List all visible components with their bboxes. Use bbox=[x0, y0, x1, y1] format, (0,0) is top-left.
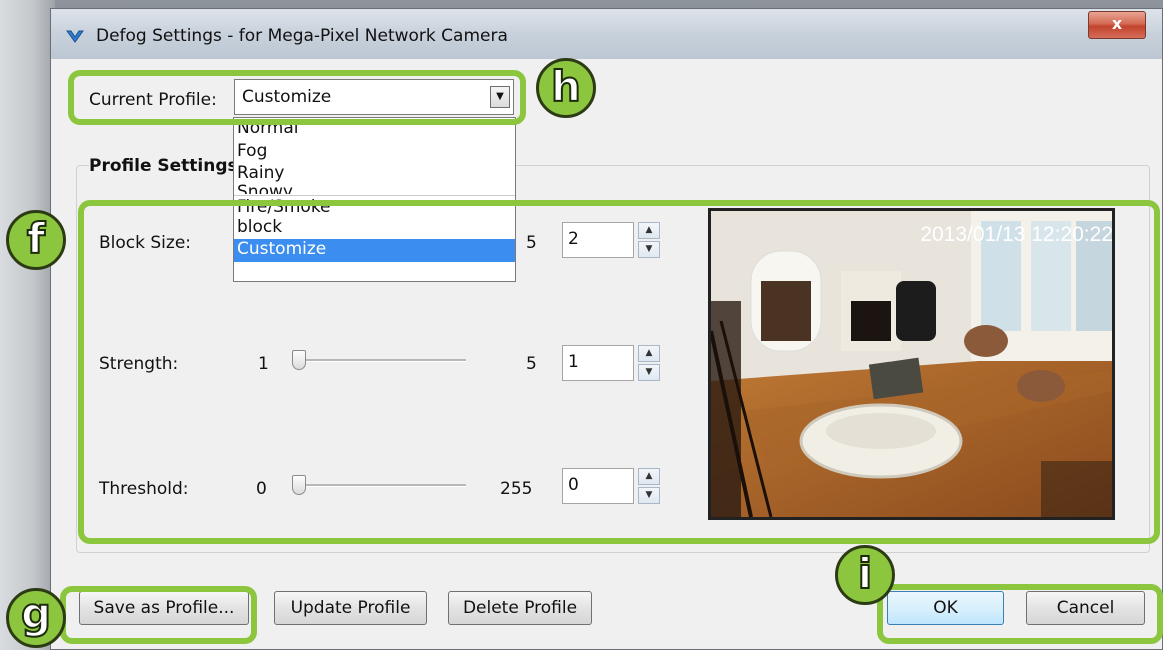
close-button[interactable]: x bbox=[1088, 11, 1146, 39]
callout-i-highlight bbox=[877, 584, 1163, 644]
desktop-background bbox=[0, 0, 55, 650]
callout-h-badge: h bbox=[536, 58, 596, 118]
window-title: Defog Settings - for Mega-Pixel Network … bbox=[96, 26, 508, 46]
callout-f-highlight bbox=[78, 200, 1160, 544]
callout-g-highlight bbox=[60, 586, 257, 644]
callout-h-highlight bbox=[68, 70, 526, 125]
dropdown-option[interactable]: Snowy bbox=[234, 184, 515, 194]
delete-profile-button[interactable]: Delete Profile bbox=[448, 591, 592, 625]
profile-settings-title: Profile Settings bbox=[89, 156, 242, 176]
update-profile-button[interactable]: Update Profile bbox=[274, 591, 427, 625]
callout-i-badge: i bbox=[835, 545, 895, 605]
title-bar[interactable]: Defog Settings - for Mega-Pixel Network … bbox=[51, 9, 1162, 59]
dropdown-option[interactable]: Rainy bbox=[234, 163, 515, 184]
dropdown-separator bbox=[234, 195, 515, 196]
app-icon bbox=[66, 30, 84, 43]
dropdown-option[interactable]: Fog bbox=[234, 141, 515, 163]
callout-g-badge: g bbox=[6, 588, 66, 648]
callout-f-badge: f bbox=[6, 210, 66, 270]
